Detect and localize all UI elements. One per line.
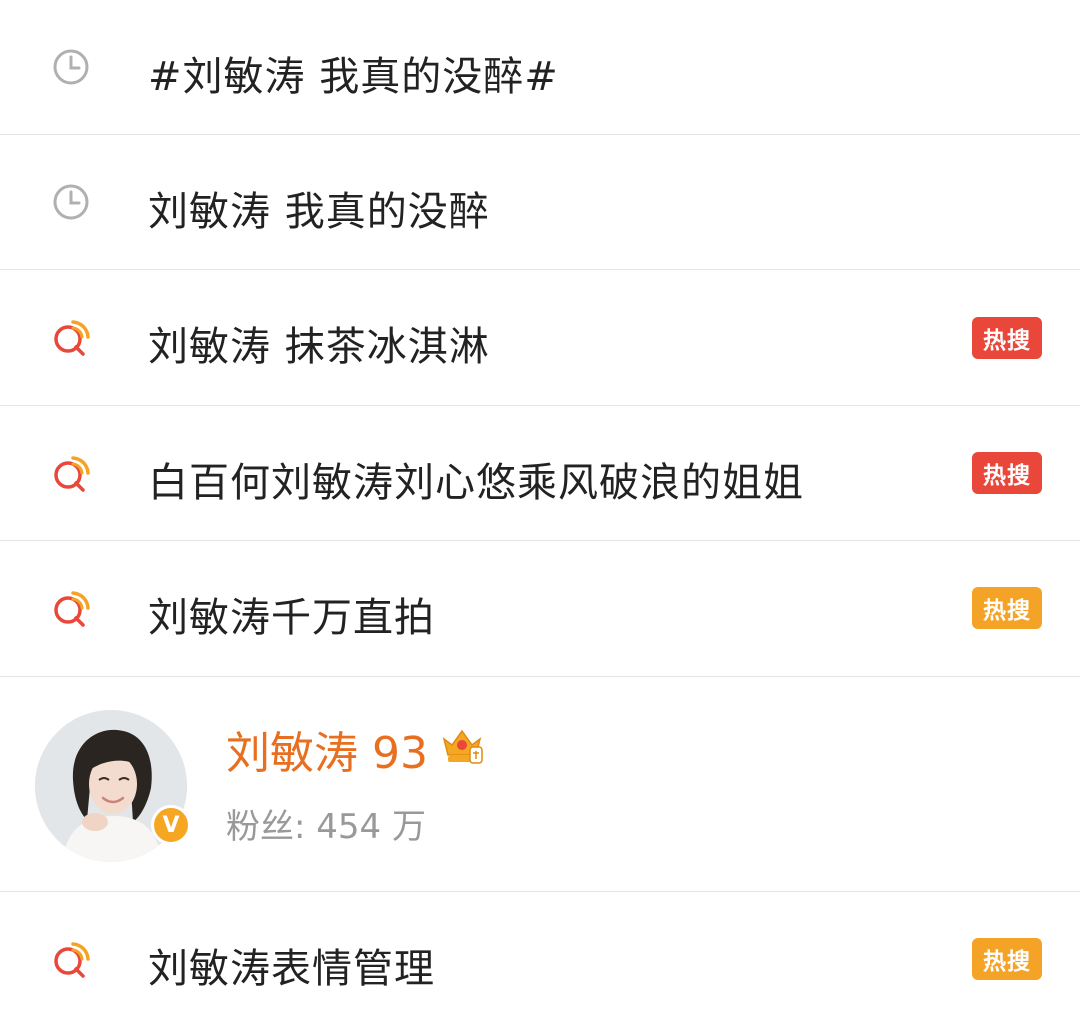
clock-icon [51, 182, 91, 222]
suggestion-item[interactable]: 白百何刘敏涛刘心悠乘风破浪的姐姐 热搜 [0, 406, 1080, 541]
suggestion-item-label: 刘敏涛千万直拍 [148, 595, 435, 641]
hot-badge: 热搜 [972, 938, 1042, 980]
hot-badge: 热搜 [972, 452, 1042, 494]
user-name: 刘敏涛 93 [226, 728, 428, 779]
verified-v-icon: V [151, 805, 191, 845]
suggestion-item[interactable]: 刘敏涛 抹茶冰淇淋 热搜 [0, 270, 1080, 406]
history-item[interactable]: #刘敏涛 我真的没醉# [0, 0, 1080, 135]
user-result[interactable]: V 刘敏涛 93 粉丝: 454 万 [0, 677, 1080, 892]
history-item[interactable]: 刘敏涛 我真的没醉 [0, 135, 1080, 270]
hot-search-icon [51, 589, 91, 629]
history-item-label: #刘敏涛 我真的没醉# [148, 54, 559, 100]
hot-search-icon [51, 318, 91, 358]
fans-count: 粉丝: 454 万 [226, 807, 426, 847]
hot-badge: 热搜 [972, 317, 1042, 359]
hot-search-icon [51, 940, 91, 980]
hot-search-icon [51, 454, 91, 494]
suggestion-item[interactable]: 刘敏涛表情管理 热搜 [0, 892, 1080, 1025]
suggestion-item[interactable]: 刘敏涛千万直拍 热搜 [0, 541, 1080, 677]
suggestion-item-label: 刘敏涛表情管理 [148, 946, 435, 992]
history-item-label: 刘敏涛 我真的没醉 [148, 189, 490, 235]
suggestion-item-label: 白百何刘敏涛刘心悠乘风破浪的姐姐 [148, 460, 804, 506]
suggestion-item-label: 刘敏涛 抹茶冰淇淋 [148, 324, 490, 370]
clock-icon [51, 47, 91, 87]
hot-badge: 热搜 [972, 587, 1042, 629]
crown-icon [440, 723, 484, 767]
search-suggestion-list: #刘敏涛 我真的没醉# 刘敏涛 我真的没醉 刘敏涛 抹茶冰淇淋 热搜 白百何刘敏… [0, 0, 1080, 1025]
